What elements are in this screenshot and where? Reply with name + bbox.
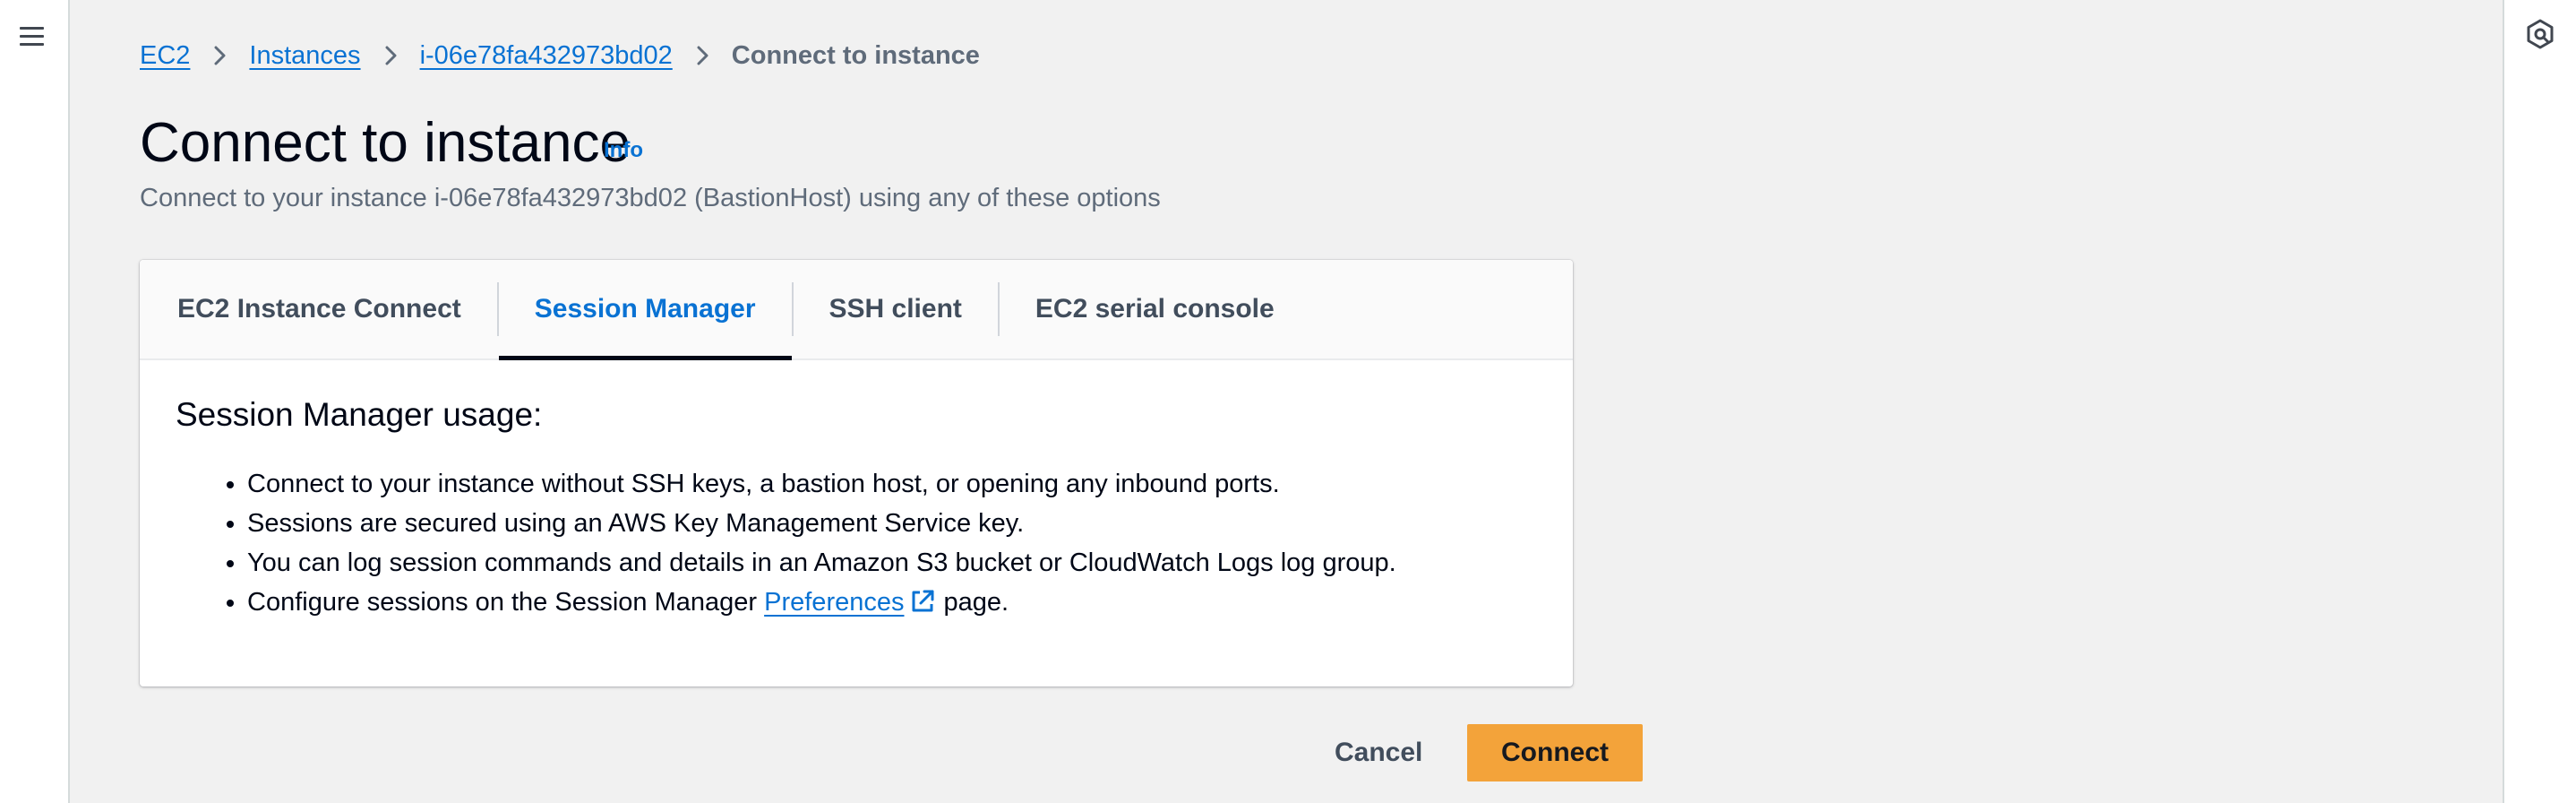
preferences-link[interactable]: Preferences <box>764 588 943 617</box>
breadcrumb-instances-link[interactable]: Instances <box>249 41 360 71</box>
page-title: Connect to instance <box>140 112 631 174</box>
external-link-icon <box>912 590 934 612</box>
list-item-text: page. <box>943 588 1009 617</box>
usage-list: Connect to your instance without SSH key… <box>176 464 1537 622</box>
breadcrumb: EC2 Instances i-06e78fa432973bd02 Connec… <box>140 38 980 73</box>
chevron-right-icon <box>385 46 397 65</box>
tab-ec2-serial-console[interactable]: EC2 serial console <box>1000 260 1310 358</box>
page-description: Connect to your instance i-06e78fa432973… <box>140 184 1161 212</box>
chevron-right-icon <box>214 46 226 65</box>
chevron-right-icon <box>697 46 708 65</box>
help-panel-icon[interactable] <box>2525 18 2555 50</box>
cancel-button[interactable]: Cancel <box>1306 724 1451 781</box>
main-content: EC2 Instances i-06e78fa432973bd02 Connec… <box>70 0 2503 803</box>
breadcrumb-ec2-link[interactable]: EC2 <box>140 41 190 71</box>
session-manager-panel: Session Manager usage: Connect to your i… <box>176 394 1537 622</box>
connect-options-container: EC2 Instance Connect Session Manager SSH… <box>140 260 1573 686</box>
connect-button[interactable]: Connect <box>1467 724 1643 781</box>
hamburger-menu-icon[interactable] <box>18 23 47 50</box>
list-item: Sessions are secured using an AWS Key Ma… <box>247 504 1537 543</box>
tab-ssh-client[interactable]: SSH client <box>794 260 998 358</box>
tab-ec2-instance-connect[interactable]: EC2 Instance Connect <box>140 260 497 358</box>
list-item: You can log session commands and details… <box>247 543 1537 583</box>
list-item-text: Configure sessions on the Session Manage… <box>247 588 758 617</box>
tools-rail <box>2503 0 2576 803</box>
session-manager-usage-heading: Session Manager usage: <box>176 396 543 433</box>
preferences-link-label: Preferences <box>764 588 905 617</box>
breadcrumb-current-page: Connect to instance <box>731 40 980 70</box>
breadcrumb-instance-id-link[interactable]: i-06e78fa432973bd02 <box>420 41 673 71</box>
list-item: Configure sessions on the Session Manage… <box>247 583 1537 622</box>
list-item: Connect to your instance without SSH key… <box>247 464 1537 504</box>
tab-list: EC2 Instance Connect Session Manager SSH… <box>140 260 1573 360</box>
tab-session-manager[interactable]: Session Manager <box>498 260 792 360</box>
info-link[interactable]: Info <box>604 138 643 163</box>
side-navigation-rail <box>0 0 70 803</box>
